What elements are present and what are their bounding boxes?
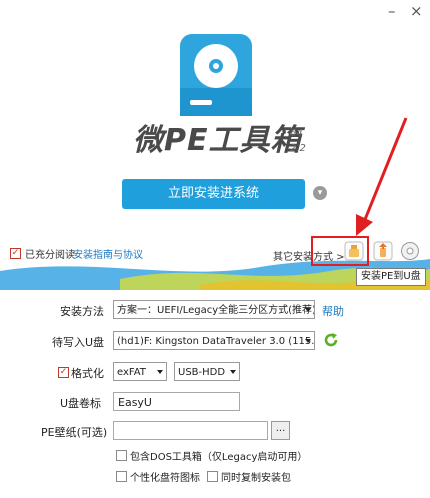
chevron-down-icon bbox=[230, 370, 236, 374]
method-value: 方案一：UEFI/Legacy全能三分区方式(推荐) bbox=[117, 305, 315, 316]
disc-iso-icon[interactable] bbox=[400, 241, 420, 261]
copy-package-checkbox[interactable] bbox=[207, 471, 218, 482]
install-to-system-button[interactable]: 立即安装进系统 bbox=[122, 179, 305, 209]
custom-drive-icon-checkbox[interactable] bbox=[116, 471, 127, 482]
target-usb-value: (hd1)F: Kingston DataTraveler 3.0 (115.6… bbox=[117, 336, 315, 347]
custom-drive-icon-label: 个性化盘符图标 bbox=[130, 473, 200, 484]
wepe-installer: – × 微PE工具箱 64 2.2 立即安装进系统 ▾ ✓ 已充分阅读 安装指南… bbox=[0, 0, 430, 498]
chevron-down-icon bbox=[157, 370, 163, 374]
main-window: – × 微PE工具箱 64 2.2 立即安装进系统 ▾ ✓ 已充分阅读 安装指南… bbox=[0, 0, 430, 295]
chevron-down-icon bbox=[305, 339, 311, 343]
tooltip: 安装PE到U盘 bbox=[356, 268, 426, 286]
usb-drive-icon[interactable] bbox=[344, 241, 364, 261]
target-usb-label: 待写入U盘 bbox=[52, 336, 105, 349]
method-label: 安装方法 bbox=[60, 305, 104, 318]
dos-toolbox-checkbox[interactable] bbox=[116, 450, 127, 461]
volume-input[interactable]: EasyU bbox=[113, 392, 240, 411]
version-number: 2.2 bbox=[290, 143, 306, 154]
dos-toolbox-label: 包含DOS工具箱（仅Legacy启动可用） bbox=[130, 452, 308, 463]
filesystem-select[interactable]: exFAT bbox=[113, 362, 167, 381]
copy-package-label: 同时复制安装包 bbox=[221, 473, 291, 484]
target-usb-select[interactable]: (hd1)F: Kingston DataTraveler 3.0 (115.6… bbox=[113, 331, 315, 350]
method-select[interactable]: 方案一：UEFI/Legacy全能三分区方式(推荐) bbox=[113, 300, 315, 319]
boot-mode-select[interactable]: USB-HDD bbox=[174, 362, 240, 381]
browse-button[interactable]: ... bbox=[271, 421, 290, 440]
agree-checkbox[interactable]: ✓ bbox=[10, 248, 21, 259]
agree-label: 已充分阅读 bbox=[25, 250, 75, 261]
chevron-down-icon bbox=[305, 308, 311, 312]
filesystem-value: exFAT bbox=[117, 367, 146, 378]
format-label: 格式化 bbox=[71, 367, 104, 380]
refresh-icon[interactable] bbox=[323, 332, 339, 348]
usb-upgrade-icon[interactable] bbox=[373, 241, 393, 261]
version-arch: 64 bbox=[290, 128, 303, 139]
help-link[interactable]: 帮助 bbox=[322, 303, 344, 319]
logo-title: 微PE工具箱 bbox=[133, 123, 302, 158]
minimize-button[interactable]: – bbox=[388, 3, 396, 19]
guide-agreement-link[interactable]: 安装指南与协议 bbox=[73, 246, 143, 261]
close-button[interactable]: × bbox=[410, 3, 423, 19]
boot-mode-value: USB-HDD bbox=[178, 367, 226, 378]
wallpaper-input[interactable] bbox=[113, 421, 268, 440]
wallpaper-label: PE壁纸(可选) bbox=[41, 426, 108, 439]
chevron-down-icon[interactable]: ▾ bbox=[313, 186, 327, 200]
disk-logo-icon bbox=[180, 34, 252, 116]
format-checkbox[interactable]: ✓ bbox=[58, 367, 69, 378]
usb-install-form: 安装方法 方案一：UEFI/Legacy全能三分区方式(推荐) 帮助 待写入U盘… bbox=[0, 290, 430, 498]
volume-label: U盘卷标 bbox=[60, 397, 102, 410]
